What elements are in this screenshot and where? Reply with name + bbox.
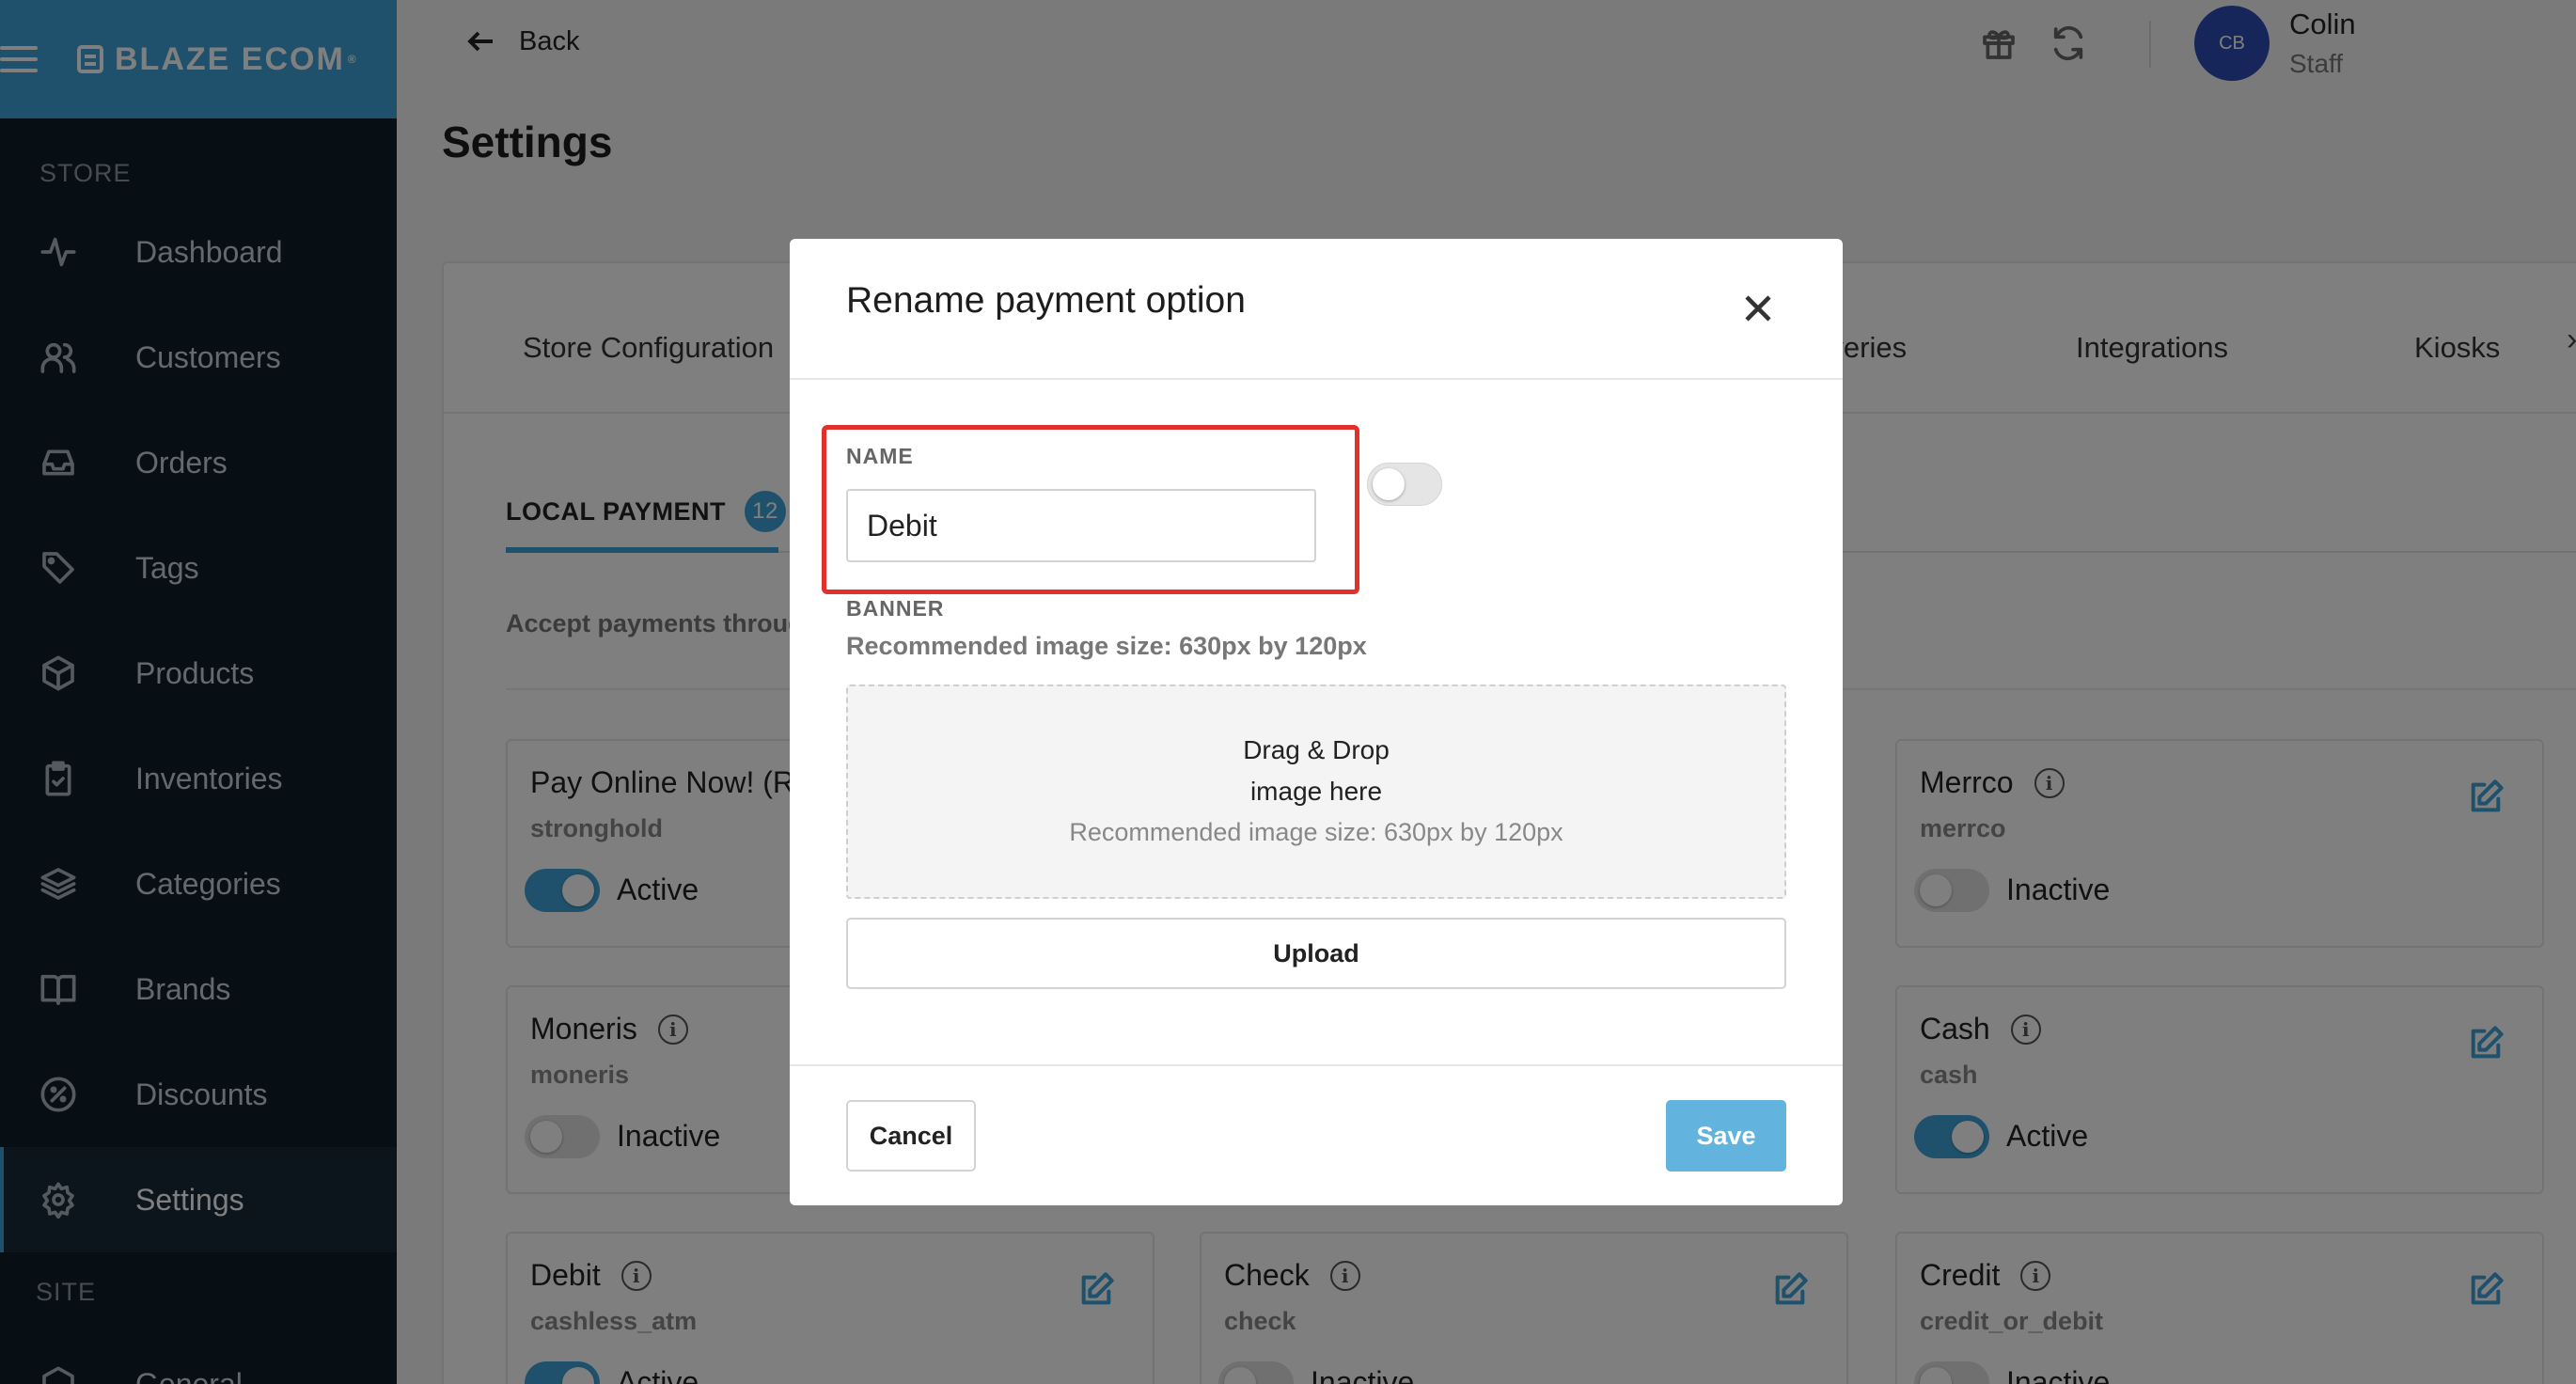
save-button[interactable]: Save — [1666, 1100, 1786, 1172]
cancel-button[interactable]: Cancel — [846, 1100, 976, 1172]
modal-footer-divider — [790, 1064, 1843, 1066]
modal-header-divider — [790, 378, 1843, 380]
rename-payment-modal: Rename payment option NAME BANNER Recomm… — [790, 239, 1843, 1205]
banner-label: BANNER — [846, 596, 945, 621]
dropzone-title: Drag & Drop — [1243, 735, 1390, 764]
modal-toggle[interactable] — [1367, 463, 1442, 506]
upload-button[interactable]: Upload — [846, 918, 1786, 989]
name-input[interactable] — [846, 489, 1316, 562]
dropzone-hint: Recommended image size: 630px by 120px — [1069, 818, 1563, 846]
image-dropzone[interactable]: Drag & Drop image here Recommended image… — [846, 684, 1786, 899]
banner-recommendation: Recommended image size: 630px by 120px — [846, 632, 1367, 660]
modal-title: Rename payment option — [846, 280, 1246, 321]
close-icon[interactable] — [1741, 291, 1775, 325]
dropzone-subtitle: image here — [1249, 777, 1383, 806]
name-label: NAME — [846, 444, 914, 468]
